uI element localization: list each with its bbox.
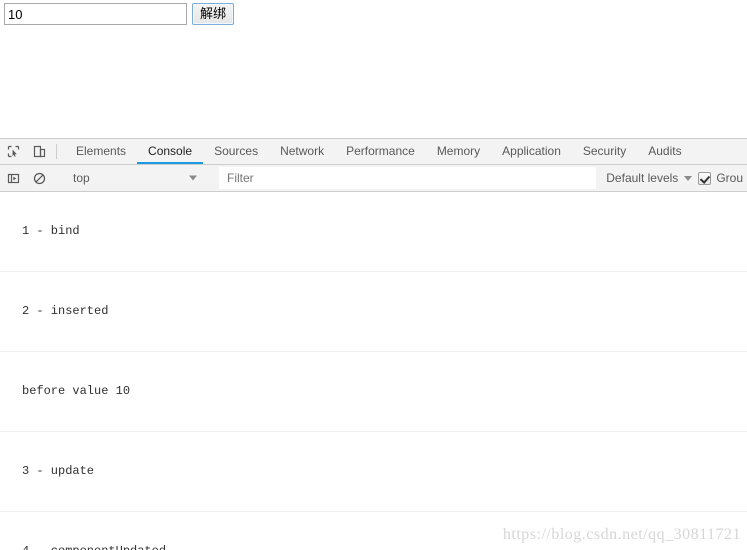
unbind-button[interactable]: 解绑: [192, 3, 234, 25]
console-message-line: 1 - bind: [22, 224, 80, 238]
clear-console-icon[interactable]: [26, 165, 52, 191]
value-input[interactable]: [4, 3, 187, 25]
chevron-down-icon: [684, 175, 693, 181]
tab-audits[interactable]: Audits: [637, 139, 692, 164]
chevron-down-icon: [189, 175, 197, 181]
console-message-line: before value 10: [22, 384, 131, 398]
tab-memory[interactable]: Memory: [426, 139, 491, 164]
console-filter-bar: top Default levels Grou: [0, 165, 747, 192]
tab-network[interactable]: Network: [269, 139, 335, 164]
tab-performance[interactable]: Performance: [335, 139, 426, 164]
console-message-line: 2 - inserted: [22, 304, 109, 318]
log-levels-dropdown[interactable]: Default levels: [596, 171, 698, 185]
console-message-line: 4 - componentUpdated: [22, 544, 747, 550]
group-similar-checkbox[interactable]: [698, 171, 712, 185]
log-levels-label: Default levels: [606, 171, 679, 185]
device-toolbar-icon[interactable]: [26, 139, 52, 164]
devtools-panel: Elements Console Sources Network Perform…: [0, 138, 747, 550]
tab-console[interactable]: Console: [137, 139, 204, 164]
inspect-element-icon[interactable]: [0, 139, 26, 164]
tab-security[interactable]: Security: [572, 139, 637, 164]
console-message: 2 - inserted: [0, 272, 747, 352]
demo-form-row: 解绑: [4, 3, 234, 25]
group-similar-label: Grou: [716, 171, 743, 185]
group-similar-toggle[interactable]: Grou: [698, 171, 747, 185]
tab-sources[interactable]: Sources: [203, 139, 269, 164]
console-message: 1 - bind: [0, 192, 747, 272]
show-console-sidebar-icon[interactable]: [0, 165, 26, 191]
execution-context-selector[interactable]: top: [65, 165, 205, 191]
toolbar-divider: [56, 144, 57, 159]
console-message: before value 10: [0, 352, 747, 432]
console-message-list[interactable]: 1 - bind 2 - inserted before value 10 3 …: [0, 192, 747, 550]
console-message: 3 - update: [0, 432, 747, 512]
devtools-toolbar: Elements Console Sources Network Perform…: [0, 139, 747, 165]
console-message: 4 - componentUpdated: [0, 512, 747, 550]
tab-elements[interactable]: Elements: [65, 139, 137, 164]
console-message-line: 3 - update: [22, 464, 95, 478]
tab-application[interactable]: Application: [491, 139, 572, 164]
devtools-tab-list: Elements Console Sources Network Perform…: [65, 139, 693, 164]
filter-input[interactable]: [219, 167, 597, 189]
execution-context-label: top: [73, 171, 90, 185]
web-page-viewport: 解绑: [0, 0, 747, 138]
